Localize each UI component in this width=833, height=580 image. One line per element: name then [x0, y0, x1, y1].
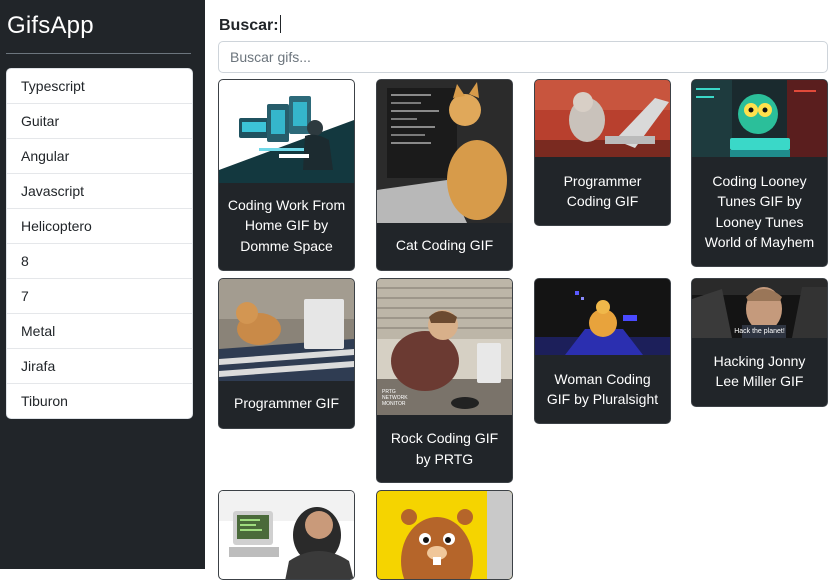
sidebar-divider: [6, 53, 191, 54]
history-item-typescript[interactable]: Typescript: [7, 69, 192, 104]
gif-image: [535, 279, 670, 355]
prtg-logo-text: PRTG NETWORK MONITOR: [382, 389, 408, 407]
gif-card-coding-work-from-home[interactable]: Coding Work From Home GIF by Domme Space: [218, 79, 355, 271]
gif-card-hacking-jonny-lee-miller[interactable]: Hack the planet! Hacking Jonny Lee Mille…: [691, 278, 828, 407]
gif-image: [219, 491, 354, 579]
gif-image: [535, 80, 670, 157]
gif-image: [377, 80, 512, 223]
history-item-javascript[interactable]: Javascript: [7, 174, 192, 209]
history-item-helicoptero[interactable]: Helicoptero: [7, 209, 192, 244]
gif-image: [692, 80, 827, 157]
gif-image: [219, 279, 354, 381]
search-history-list: Typescript Guitar Angular Javascript Hel…: [6, 68, 193, 419]
gif-card-programmer-coding[interactable]: Programmer Coding GIF: [534, 79, 671, 226]
history-item-metal[interactable]: Metal: [7, 314, 192, 349]
gif-card-programmer[interactable]: Programmer GIF: [218, 278, 355, 429]
history-item-8[interactable]: 8: [7, 244, 192, 279]
gif-image: [377, 491, 512, 579]
search-label: Buscar:: [219, 15, 281, 35]
gif-card-cat-coding[interactable]: Cat Coding GIF: [376, 79, 513, 271]
history-item-tiburon[interactable]: Tiburon: [7, 384, 192, 418]
gif-image: Hack the planet!: [692, 279, 827, 338]
history-item-jirafa[interactable]: Jirafa: [7, 349, 192, 384]
gif-title: Rock Coding GIF by PRTG: [390, 430, 499, 467]
history-item-7[interactable]: 7: [7, 279, 192, 314]
gif-card-rock-coding[interactable]: PRTG NETWORK MONITOR Rock Coding GIF by …: [376, 278, 513, 483]
gif-title: Coding Work From Home GIF by Domme Space: [227, 196, 346, 254]
text-cursor: [279, 15, 281, 33]
subtitle-text: Hack the planet!: [734, 328, 785, 335]
gif-card-coding-looney-tunes[interactable]: Coding Looney Tunes GIF by Looney Tunes …: [691, 79, 828, 267]
gif-title: Hacking Jonny Lee Miller GIF: [713, 352, 806, 390]
gif-title: Coding Looney Tunes GIF by Looney Tunes …: [704, 172, 815, 251]
gif-image: PRTG NETWORK MONITOR: [377, 279, 512, 415]
history-item-angular[interactable]: Angular: [7, 139, 192, 174]
gif-title: Cat Coding GIF: [395, 237, 494, 254]
search-input[interactable]: [218, 41, 828, 73]
search-label-text: Buscar:: [219, 17, 279, 34]
gif-card-9[interactable]: [218, 490, 355, 580]
gif-title: Woman Coding GIF by Pluralsight: [546, 370, 659, 408]
gif-card-10[interactable]: [376, 490, 513, 580]
gif-title: Programmer Coding GIF: [563, 172, 642, 210]
gif-title: Programmer GIF: [233, 395, 339, 412]
history-item-guitar[interactable]: Guitar: [7, 104, 192, 139]
app-title: GifsApp: [7, 12, 94, 39]
gif-card-woman-coding[interactable]: Woman Coding GIF by Pluralsight: [534, 278, 671, 424]
sidebar: GifsApp Typescript Guitar Angular Javasc…: [0, 0, 205, 569]
gif-image: [219, 80, 354, 183]
